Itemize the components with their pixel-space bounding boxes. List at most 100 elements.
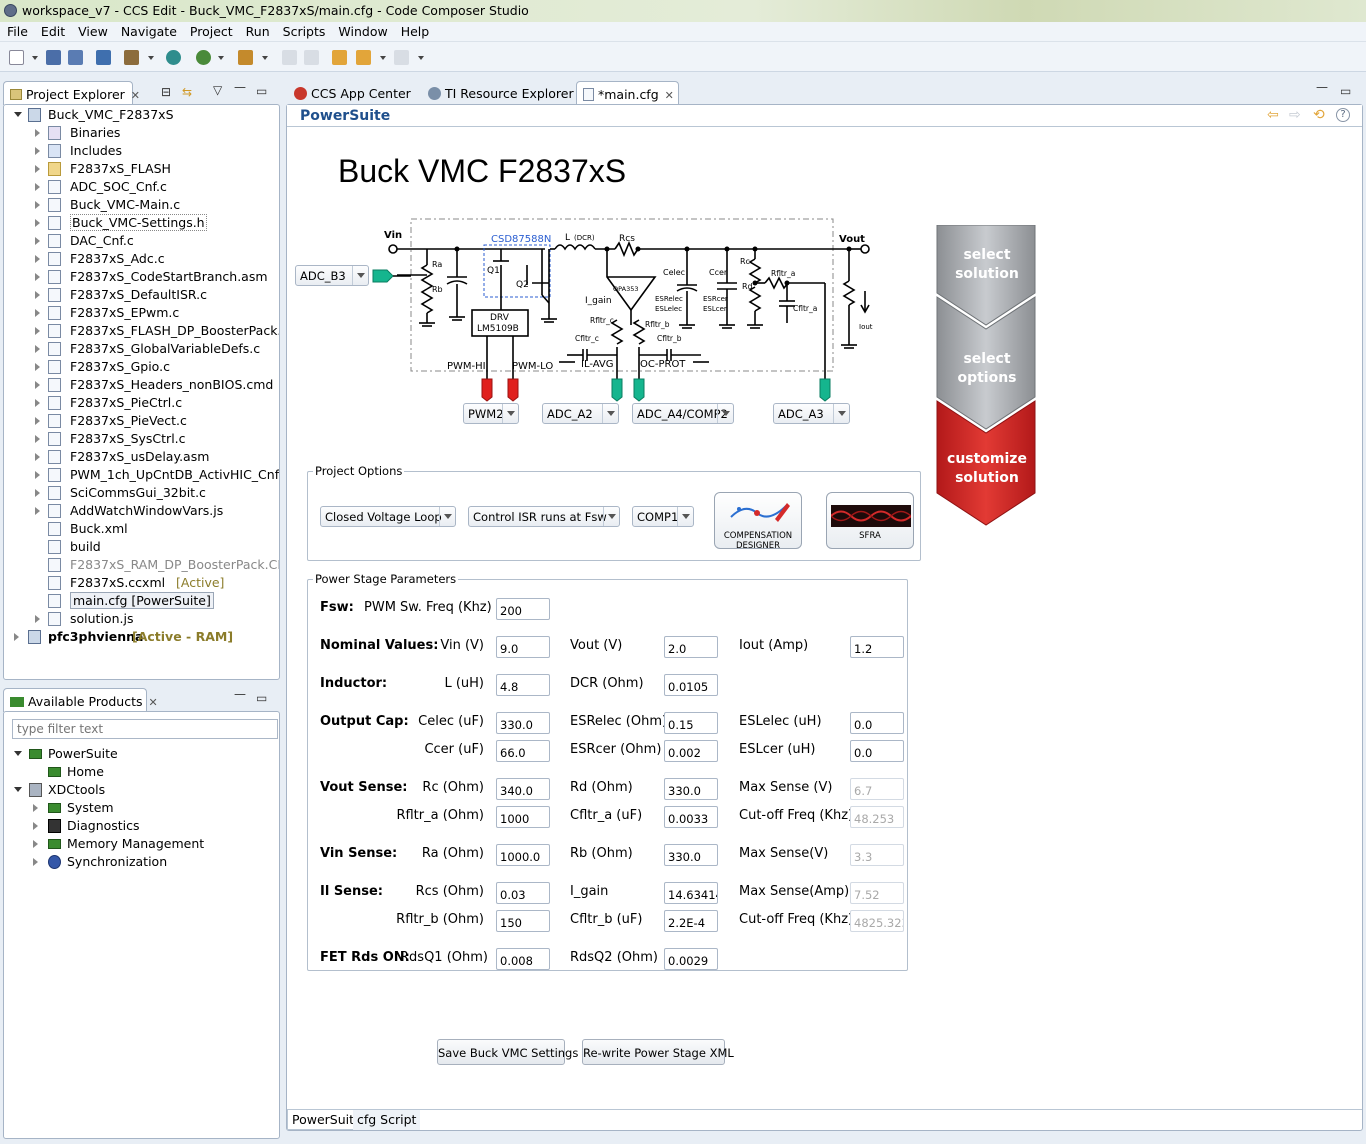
step-label-select-options[interactable]: select options xyxy=(935,350,1039,388)
close-icon[interactable]: ✕ xyxy=(131,89,140,102)
flash-dropdown-icon[interactable] xyxy=(262,56,268,60)
cfltr-b-input[interactable]: 2.2E-4 xyxy=(664,910,718,932)
forward-icon[interactable] xyxy=(394,50,409,65)
expand-icon[interactable] xyxy=(35,255,40,263)
rdsq1-input[interactable]: 0.008 xyxy=(496,948,550,970)
last-edit-icon[interactable] xyxy=(332,50,347,65)
menu-project[interactable]: Project xyxy=(183,22,239,39)
rfltr-b-input[interactable]: 150 xyxy=(496,910,550,932)
dcr-input[interactable]: 0.0105 xyxy=(664,674,718,696)
expand-icon[interactable] xyxy=(35,417,40,425)
expand-icon[interactable] xyxy=(35,183,40,191)
tab-cfg-script[interactable]: cfg Script xyxy=(353,1110,421,1130)
fsw-input[interactable]: 200 xyxy=(496,598,550,620)
ra-input[interactable]: 1000.0 xyxy=(496,844,550,866)
vout-input[interactable]: 2.0 xyxy=(664,636,718,658)
expand-icon[interactable] xyxy=(35,345,40,353)
save-all-icon[interactable] xyxy=(68,50,83,65)
maximize-icon[interactable]: ▭ xyxy=(256,84,267,98)
l-input[interactable]: 4.8 xyxy=(496,674,550,696)
celec-input[interactable]: 330.0 xyxy=(496,712,550,734)
forward-dropdown-icon[interactable] xyxy=(418,56,424,60)
menu-window[interactable]: Window xyxy=(331,22,393,39)
view-menu-icon[interactable]: ▽ xyxy=(213,83,222,97)
expand-icon[interactable] xyxy=(35,147,40,155)
expand-icon[interactable] xyxy=(35,291,40,299)
editor-minimize-icon[interactable]: — xyxy=(1316,80,1328,94)
minimize-icon[interactable]: — xyxy=(234,687,246,701)
close-icon[interactable]: ✕ xyxy=(665,89,674,102)
step-label-select-solution[interactable]: select solution xyxy=(935,246,1039,284)
menu-run[interactable]: Run xyxy=(239,22,276,39)
help-icon[interactable]: ? xyxy=(1336,108,1350,122)
expand-icon[interactable] xyxy=(35,399,40,407)
menu-navigate[interactable]: Navigate xyxy=(114,22,183,39)
expand-icon[interactable] xyxy=(35,237,40,245)
eslcer-input[interactable]: 0.0 xyxy=(850,740,904,762)
adc-a3-select[interactable]: ADC_A3 xyxy=(773,403,850,424)
isr-select[interactable]: Control ISR runs at Fsw xyxy=(468,506,620,527)
rfltr-a-input[interactable]: 1000 xyxy=(496,806,550,828)
expand-icon[interactable] xyxy=(14,633,19,641)
next-annotation-icon[interactable] xyxy=(304,50,319,65)
esrcer-input[interactable]: 0.002 xyxy=(664,740,718,762)
expand-icon[interactable] xyxy=(35,309,40,317)
search-icon[interactable] xyxy=(166,50,181,65)
build-dropdown-icon[interactable] xyxy=(148,56,154,60)
expand-icon[interactable] xyxy=(35,273,40,281)
expand-icon[interactable] xyxy=(35,615,40,623)
expand-icon[interactable] xyxy=(35,129,40,137)
menu-help[interactable]: Help xyxy=(394,22,436,39)
menu-scripts[interactable]: Scripts xyxy=(276,22,332,39)
menu-view[interactable]: View xyxy=(71,22,114,39)
debug-view-icon[interactable] xyxy=(96,50,111,65)
tab-available-products[interactable]: Available Products ✕ xyxy=(3,688,158,712)
ccer-input[interactable]: 66.0 xyxy=(496,740,550,762)
expand-icon[interactable] xyxy=(33,822,38,830)
rd-input[interactable]: 330.0 xyxy=(664,778,718,800)
back-dropdown-icon[interactable] xyxy=(380,56,386,60)
debug-dropdown-icon[interactable] xyxy=(218,56,224,60)
collapse-all-icon[interactable]: ⊟ xyxy=(161,85,171,99)
expand-icon[interactable] xyxy=(35,507,40,515)
expand-icon[interactable] xyxy=(35,165,40,173)
compensation-designer-button[interactable]: COMPENSATION DESIGNER xyxy=(714,492,802,551)
refresh-icon[interactable]: ⟲ xyxy=(1313,107,1325,123)
rdsq2-input[interactable]: 0.0029 xyxy=(664,948,718,970)
sfra-button[interactable]: SFRA xyxy=(826,492,914,549)
menu-file[interactable]: File xyxy=(0,22,34,39)
expand-icon[interactable] xyxy=(33,840,38,848)
maximize-icon[interactable]: ▭ xyxy=(256,691,267,705)
flash-icon[interactable] xyxy=(238,50,253,65)
loop-select[interactable]: Closed Voltage Loop xyxy=(320,506,456,527)
prev-annotation-icon[interactable] xyxy=(282,50,297,65)
filter-input[interactable] xyxy=(12,719,278,739)
igain-input[interactable]: 14.63414 xyxy=(664,882,718,904)
expand-icon[interactable] xyxy=(35,327,40,335)
expand-icon[interactable] xyxy=(35,435,40,443)
expand-icon[interactable] xyxy=(35,219,40,227)
expand-icon[interactable] xyxy=(14,112,22,117)
expand-icon[interactable] xyxy=(14,751,22,756)
adc-a4-comp2-select[interactable]: ADC_A4/COMP2 xyxy=(632,403,734,424)
new-dropdown-icon[interactable] xyxy=(32,56,38,60)
back-icon[interactable]: ⇦ xyxy=(1267,107,1279,123)
expand-icon[interactable] xyxy=(35,363,40,371)
expand-icon[interactable] xyxy=(14,787,22,792)
rewrite-xml-button[interactable]: Re-write Power Stage XML xyxy=(582,1039,734,1065)
tab-ti-resource-explorer[interactable]: TI Resource Explorer xyxy=(422,81,574,105)
editor-maximize-icon[interactable]: ▭ xyxy=(1340,84,1351,98)
debug-bug-icon[interactable] xyxy=(196,50,211,65)
close-icon[interactable]: ✕ xyxy=(149,696,158,709)
rcs-input[interactable]: 0.03 xyxy=(496,882,550,904)
tab-project-explorer[interactable]: Project Explorer ✕ xyxy=(3,81,140,105)
expand-icon[interactable] xyxy=(35,471,40,479)
expand-icon[interactable] xyxy=(33,858,38,866)
expand-icon[interactable] xyxy=(35,453,40,461)
menu-edit[interactable]: Edit xyxy=(34,22,71,39)
link-editor-icon[interactable]: ⇆ xyxy=(182,85,192,99)
forward-icon[interactable]: ⇨ xyxy=(1289,107,1301,123)
save-settings-button[interactable]: Save Buck VMC Settings xyxy=(437,1039,578,1065)
step-label-customize-solution[interactable]: customize solution xyxy=(935,450,1039,488)
eslelec-input[interactable]: 0.0 xyxy=(850,712,904,734)
